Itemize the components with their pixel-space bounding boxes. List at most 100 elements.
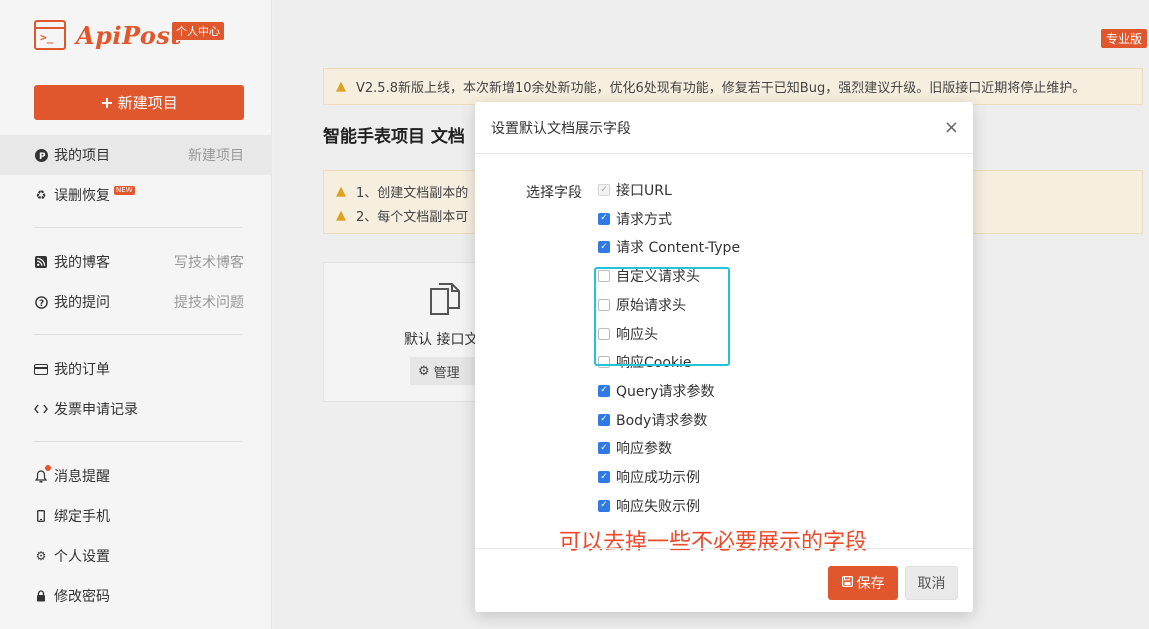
field-label-text: Body请求参数 (616, 412, 708, 429)
sidebar-item-my-blog[interactable]: 我的博客 写技术博客 (0, 242, 272, 282)
sidebar-item-my-projects[interactable]: P 我的项目 新建项目 (0, 135, 272, 175)
new-project-button[interactable]: + 新建项目 (34, 85, 244, 120)
logo-text: ApiPost (76, 20, 183, 50)
sidebar-item-label: 我的博客 (54, 255, 110, 271)
manage-label: 管理 (433, 365, 460, 381)
field-label-text: 接口URL (616, 183, 672, 199)
pro-badge: 专业版 (1100, 29, 1147, 48)
sidebar-item-notifications[interactable]: 消息提醒 (0, 456, 272, 496)
modal-title: 设置默认文档展示字段 (491, 120, 631, 137)
sidebar-item-my-orders[interactable]: 我的订单 (0, 349, 272, 389)
sidebar-item-label: 误删恢复 (54, 188, 110, 204)
checkbox[interactable] (598, 298, 610, 311)
sidebar-item-label: 修改密码 (54, 589, 110, 605)
checkbox[interactable]: ✓ (598, 241, 610, 254)
field-checkbox-row[interactable]: ✓ 响应成功示例 (598, 467, 700, 487)
code-icon (34, 402, 48, 416)
save-label: 保存 (856, 576, 885, 592)
question-icon: ? (34, 295, 48, 309)
sidebar-item-label: 发票申请记录 (54, 402, 138, 418)
field-label: 选择字段 (526, 185, 582, 201)
checkbox[interactable] (598, 356, 610, 369)
checkbox[interactable]: ✓ (598, 499, 610, 512)
ask-question-link[interactable]: 提技术问题 (174, 292, 244, 312)
checkbox[interactable]: ✓ (598, 442, 610, 455)
recycle-icon: ♻ (35, 188, 47, 202)
gear-icon: ⚙ (418, 363, 430, 379)
checkbox[interactable]: ✓ (598, 212, 610, 225)
divider (34, 227, 242, 228)
field-label-text: 响应参数 (616, 441, 672, 458)
field-checkbox-row[interactable]: ✓ Query请求参数 (598, 381, 715, 401)
checkbox[interactable] (598, 327, 610, 340)
new-badge: NEW (114, 185, 135, 195)
save-disk-icon (841, 576, 853, 590)
lock-icon (34, 589, 48, 603)
warning-icon: ▲ (336, 183, 346, 199)
field-label-text: 请求方式 (616, 211, 672, 228)
field-label-text: 请求 Content-Type (616, 240, 741, 257)
tip-text: 2、每个文档副本可 (356, 209, 469, 225)
checkbox[interactable] (598, 270, 610, 283)
write-blog-link[interactable]: 写技术博客 (174, 252, 244, 272)
svg-text:P: P (39, 152, 46, 162)
field-checkbox-row[interactable]: 自定义请求头 (598, 266, 700, 286)
checkbox[interactable]: ✓ (598, 413, 610, 426)
rss-icon (34, 255, 48, 269)
new-project-label: 新建项目 (117, 94, 178, 112)
sidebar-item-bind-phone[interactable]: 绑定手机 (0, 496, 272, 536)
notification-dot (45, 465, 51, 471)
sidebar-item-label: 我的提问 (54, 295, 110, 311)
sidebar-item-label: 消息提醒 (54, 469, 110, 485)
field-label-text: 响应成功示例 (616, 470, 700, 486)
field-label-text: 响应头 (616, 326, 658, 343)
field-checkbox-row[interactable]: ✓ 响应失败示例 (598, 496, 700, 516)
svg-text:?: ? (39, 299, 44, 309)
sidebar-item-label: 个人设置 (54, 549, 110, 565)
field-checkbox-row[interactable]: ✓ 响应参数 (598, 438, 672, 458)
logo[interactable]: >_ ApiPost 个人中心 (34, 20, 224, 50)
field-checkbox-row[interactable]: ✓ 请求方式 (598, 209, 672, 229)
close-icon[interactable]: × (944, 117, 959, 138)
sidebar-item-change-password[interactable]: 修改密码 (0, 576, 272, 616)
divider (34, 334, 242, 335)
save-button[interactable]: 保存 (828, 566, 898, 600)
new-project-link[interactable]: 新建项目 (188, 145, 244, 165)
warning-icon: ▲ (336, 79, 346, 94)
field-checkbox-row[interactable]: 响应Cookie (598, 352, 692, 372)
tip-text: 1、创建文档副本的 (356, 185, 469, 201)
sidebar-item-label: 我的订单 (54, 362, 110, 378)
sidebar: >_ ApiPost 个人中心 + 新建项目 P 我的项目 新建项目 ♻ 误删恢… (0, 0, 272, 629)
sidebar-item-settings[interactable]: ⚙ 个人设置 (0, 536, 272, 576)
personal-center-badge: 个人中心 (172, 22, 224, 40)
modal-footer: 保存 取消 (475, 548, 973, 612)
cancel-button[interactable]: 取消 (905, 566, 958, 600)
sidebar-item-label: 绑定手机 (54, 509, 110, 525)
doc-card[interactable]: 默认 接口文 ⚙ 管理 (323, 262, 490, 402)
gear-icon: ⚙ (35, 549, 47, 563)
sidebar-item-my-questions[interactable]: ? 我的提问 提技术问题 (0, 282, 272, 322)
sidebar-item-invoices[interactable]: 发票申请记录 (0, 389, 272, 429)
sidebar-item-label: 我的项目 (54, 148, 110, 164)
notice-text: V2.5.8新版上线，本次新增10余处新功能，优化6处现有功能，修复若干已知Bu… (356, 81, 1086, 96)
field-checkbox-row[interactable]: 响应头 (598, 324, 658, 344)
modal-header: 设置默认文档展示字段 × (475, 102, 973, 154)
checkbox[interactable]: ✓ (598, 471, 610, 483)
credit-card-icon (34, 362, 48, 376)
page-title: 智能手表项目 文档 (323, 127, 465, 147)
bell-icon (34, 469, 48, 483)
field-label-text: Query请求参数 (616, 383, 715, 400)
plus-icon: + (100, 93, 114, 112)
divider (34, 441, 242, 442)
field-label-text: 响应失败示例 (616, 498, 700, 515)
field-checkbox-row[interactable]: 原始请求头 (598, 295, 686, 315)
field-checkbox-row[interactable]: ✓ 请求 Content-Type (598, 237, 740, 257)
sidebar-item-recycle[interactable]: ♻ 误删恢复 NEW (0, 175, 272, 215)
checkbox[interactable]: ✓ (598, 384, 610, 397)
copy-icon (430, 283, 460, 315)
circle-p-icon: P (34, 148, 48, 162)
checkbox: ✓ (598, 184, 610, 196)
field-checkbox-row[interactable]: ✓ Body请求参数 (598, 410, 707, 430)
update-notice: ▲ V2.5.8新版上线，本次新增10余处新功能，优化6处现有功能，修复若干已知… (323, 68, 1143, 105)
field-checkbox-row[interactable]: ✓ 接口URL (598, 180, 672, 200)
